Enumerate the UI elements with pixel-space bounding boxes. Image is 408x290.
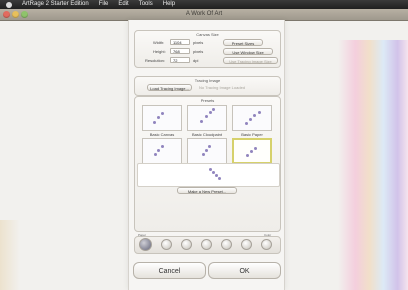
use-window-size-button[interactable]: Use Window Size xyxy=(223,48,273,55)
menu-tools[interactable]: Tools xyxy=(139,0,153,9)
palette-swatch-1[interactable] xyxy=(161,239,172,250)
menu-bar: ArtRage 2 Starter Edition File Edit Tool… xyxy=(0,0,408,9)
paper-color-palette: Paper Color xyxy=(134,233,281,254)
close-icon[interactable] xyxy=(3,11,10,18)
presets-group: Presets Basic Canvas Basic Cloudpaint Ba… xyxy=(134,96,281,232)
preset-label-basic-canvas: Basic Canvas xyxy=(149,132,175,137)
preset-label-basic-paper: Basic Paper xyxy=(241,132,263,137)
paper-color-swatch[interactable] xyxy=(139,238,152,251)
preset-tile-basic-canvas[interactable] xyxy=(142,105,182,131)
new-painting-dialog: Canvas Size Width: 1104 pixels Preset Si… xyxy=(128,20,285,290)
app-name[interactable]: ArtRage 2 Starter Edition xyxy=(22,0,89,9)
minimize-icon[interactable] xyxy=(12,11,19,18)
new-preset-preview xyxy=(137,163,280,187)
no-tracing-image-text: No Tracing Image Loaded xyxy=(199,85,246,90)
zoom-icon[interactable] xyxy=(21,11,28,18)
width-field[interactable]: 1104 xyxy=(170,39,190,45)
apple-icon[interactable] xyxy=(6,1,12,8)
preset-tile-rough-paper[interactable] xyxy=(232,138,272,164)
resolution-unit: dpi xyxy=(193,58,199,63)
make-new-preset-button[interactable]: Make a New Preset... xyxy=(177,187,237,194)
resolution-field[interactable]: 72 xyxy=(170,57,190,63)
window-controls xyxy=(3,11,28,18)
canvas-size-group: Canvas Size Width: 1104 pixels Preset Si… xyxy=(134,30,281,68)
height-unit: pixels xyxy=(193,49,204,54)
canvas-size-title: Canvas Size xyxy=(196,32,219,37)
window-title: A Work Of Art xyxy=(185,11,223,17)
palette-swatch-6[interactable] xyxy=(261,239,272,250)
width-unit: pixels xyxy=(193,40,204,45)
menu-file[interactable]: File xyxy=(99,0,109,9)
tracing-image-title: Tracing Image xyxy=(194,78,221,83)
preset-sizes-button[interactable]: Preset Sizes xyxy=(223,39,263,46)
resolution-label: Resolution: xyxy=(145,58,166,63)
height-label: Height: xyxy=(153,49,166,54)
palette-left-label: Paper xyxy=(138,233,147,237)
load-tracing-image-button[interactable]: Load Tracing Image... xyxy=(147,84,192,91)
palette-swatch-2[interactable] xyxy=(181,239,192,250)
screen: ArtRage 2 Starter Edition File Edit Tool… xyxy=(0,0,408,290)
background-paint-spectrum-right xyxy=(338,40,408,290)
preset-tile-crackled-paper[interactable] xyxy=(142,138,182,164)
ok-button[interactable]: OK xyxy=(208,262,281,279)
use-tracing-image-size-button[interactable]: Use Tracing Image Size xyxy=(223,57,278,64)
menu-edit[interactable]: Edit xyxy=(118,0,128,9)
height-field[interactable]: 768 xyxy=(170,48,190,54)
preset-tile-basic-paper[interactable] xyxy=(232,105,272,131)
palette-right-label: Color xyxy=(264,233,272,237)
palette-swatch-5[interactable] xyxy=(241,239,252,250)
palette-swatch-3[interactable] xyxy=(201,239,212,250)
preset-tile-basic-cloudpaint[interactable] xyxy=(187,105,227,131)
background-paint-spectrum-left xyxy=(0,220,20,290)
preset-label-basic-cloudpaint: Basic Cloudpaint xyxy=(191,132,223,137)
preset-tile-rough-canvas[interactable] xyxy=(187,138,227,164)
cancel-button[interactable]: Cancel xyxy=(133,262,206,279)
palette-swatch-4[interactable] xyxy=(221,239,232,250)
width-label: Width: xyxy=(153,40,165,45)
presets-title: Presets xyxy=(200,98,215,103)
menu-help[interactable]: Help xyxy=(163,0,175,9)
tracing-image-group: Tracing Image Load Tracing Image... No T… xyxy=(134,76,281,96)
